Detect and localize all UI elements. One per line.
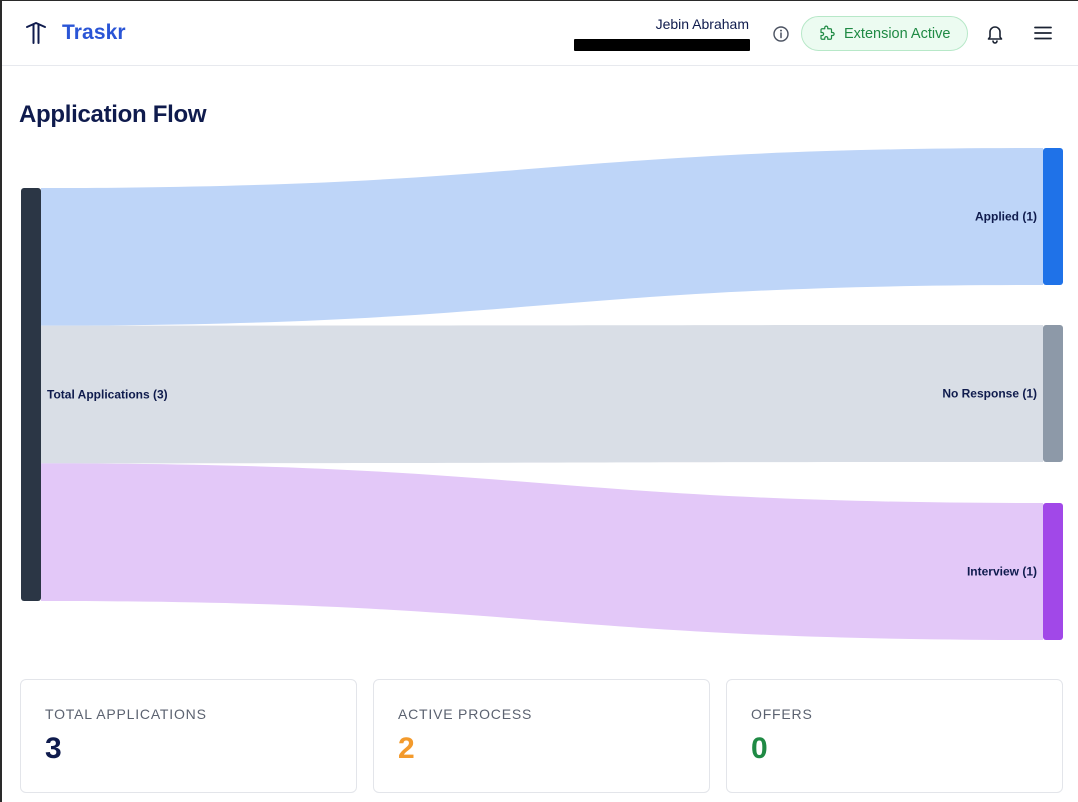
- puzzle-icon: [820, 25, 835, 40]
- application-flow-sankey: Total Applications (3) Applied (1) No Resp…: [21, 148, 1063, 640]
- user-name: Jebin Abraham: [655, 16, 749, 32]
- sankey-node-interview: [1043, 503, 1063, 640]
- stat-value: 2: [398, 732, 415, 765]
- info-icon[interactable]: [772, 25, 790, 43]
- stat-label: TOTAL APPLICATIONS: [45, 706, 207, 722]
- extension-status-label: Extension Active: [844, 25, 951, 42]
- hamburger-menu-icon[interactable]: [1034, 25, 1052, 41]
- stat-value: 3: [45, 732, 62, 765]
- sankey-node-applied: [1043, 148, 1063, 285]
- sankey-node-total-applications: [21, 188, 41, 601]
- bell-icon[interactable]: [985, 23, 1005, 44]
- sankey-label-interview: Interview (1): [967, 565, 1037, 579]
- stat-value: 0: [751, 732, 768, 765]
- sankey-link-applied: [41, 148, 1043, 326]
- sankey-label-applied: Applied (1): [975, 210, 1037, 224]
- sankey-node-no-response: [1043, 325, 1063, 462]
- top-header: Traskr Jebin Abraham Extension Active: [2, 1, 1078, 66]
- page-title: Application Flow: [19, 101, 207, 128]
- traskr-logo-icon[interactable]: [24, 21, 48, 45]
- extension-active-badge[interactable]: Extension Active: [801, 16, 968, 51]
- brand-name[interactable]: Traskr: [62, 21, 126, 45]
- sankey-link-interview: [41, 463, 1043, 640]
- sankey-label-no-response: No Response (1): [942, 387, 1037, 401]
- sankey-label-total-applications: Total Applications (3): [47, 388, 168, 402]
- stat-card-active-process: ACTIVE PROCESS 2: [373, 679, 710, 793]
- sankey-link-no-response: [41, 325, 1043, 464]
- stat-label: OFFERS: [751, 706, 813, 722]
- redacted-email: [574, 39, 750, 51]
- stat-label: ACTIVE PROCESS: [398, 706, 533, 722]
- stat-card-offers: OFFERS 0: [726, 679, 1063, 793]
- stat-card-total-applications: TOTAL APPLICATIONS 3: [20, 679, 357, 793]
